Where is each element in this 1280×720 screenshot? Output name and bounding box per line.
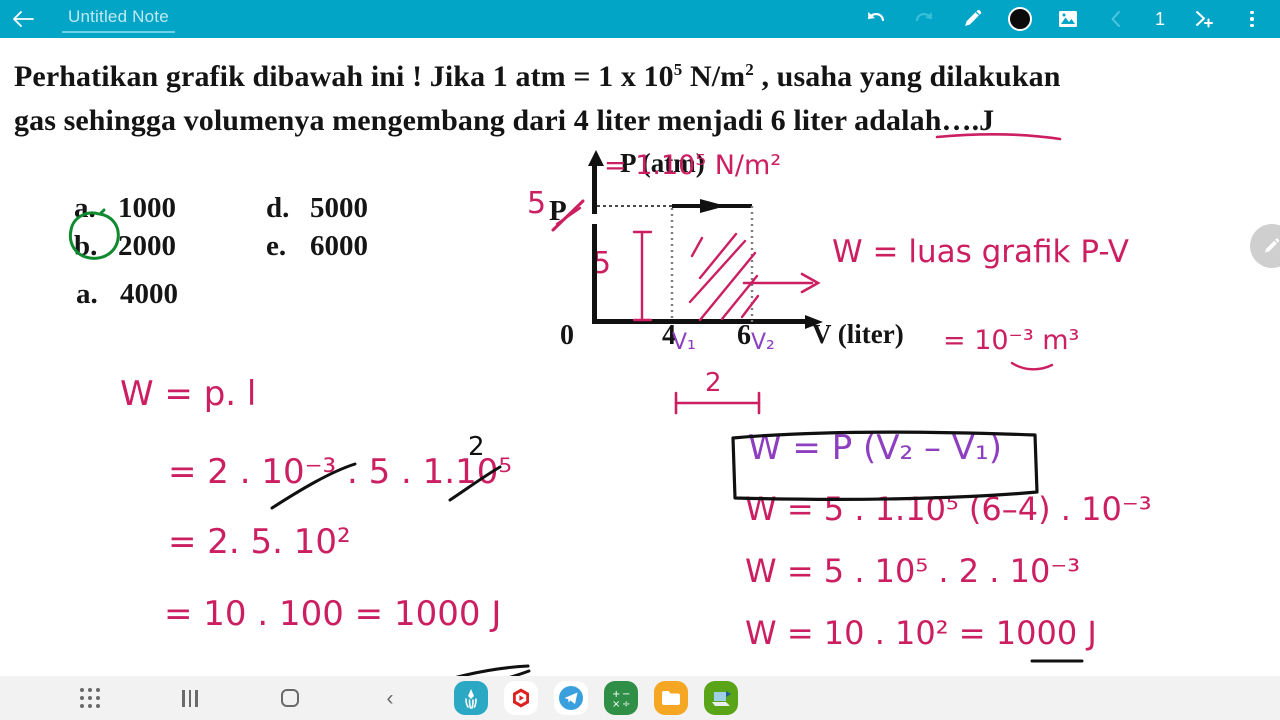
edit-pencil-icon	[1265, 238, 1280, 253]
recent-apps-icon[interactable]	[162, 676, 218, 720]
back-arrow-icon[interactable]	[0, 0, 46, 38]
redo-icon[interactable]	[900, 0, 948, 38]
black-underline-sweep	[455, 664, 531, 676]
current-color-indicator[interactable]	[1008, 7, 1032, 31]
video-player-app-icon[interactable]	[504, 681, 538, 715]
nav-button-group: ‹	[0, 676, 440, 720]
pencil-icon[interactable]	[948, 0, 996, 38]
graph-axes	[588, 150, 823, 329]
scanner-app-icon[interactable]	[704, 681, 738, 715]
squid-notes-app-icon[interactable]	[454, 681, 488, 715]
taskbar-app-list: + − × ÷	[454, 681, 738, 715]
undo-icon[interactable]	[852, 0, 900, 38]
image-icon[interactable]	[1044, 0, 1092, 38]
home-icon[interactable]	[262, 676, 318, 720]
note-app-screen: Untitled Note 1 Perhatikan grafik dibawa…	[0, 0, 1280, 720]
add-page-icon[interactable]	[1180, 0, 1228, 38]
black-strikethrough-strokes	[270, 462, 502, 510]
apps-grid-icon[interactable]	[62, 676, 118, 720]
color-swatch-black[interactable]	[996, 0, 1044, 38]
back-nav-icon[interactable]: ‹	[362, 676, 418, 720]
page-number[interactable]: 1	[1140, 9, 1180, 30]
green-circle-option-a	[68, 208, 120, 260]
more-vertical-icon[interactable]	[1228, 0, 1276, 38]
calculator-app-icon[interactable]: + − × ÷	[604, 681, 638, 715]
pink-width-measure	[674, 391, 761, 415]
black-formula-box	[731, 430, 1039, 501]
appbar-tool-group: 1	[852, 0, 1280, 38]
note-title[interactable]: Untitled Note	[62, 5, 175, 33]
telegram-app-icon[interactable]	[554, 681, 588, 715]
pink-height-measure	[632, 230, 653, 322]
pink-underline-stroke	[935, 132, 1062, 141]
pink-hatching	[688, 232, 760, 322]
ink-overlay	[68, 132, 1084, 676]
svg-text:×: ×	[612, 699, 620, 710]
system-navigation-bar: ‹ + − × ÷	[0, 676, 1280, 720]
app-top-bar: Untitled Note 1	[0, 0, 1280, 38]
file-manager-app-icon[interactable]	[654, 681, 688, 715]
pink-slash-over-p-2	[555, 206, 582, 226]
note-canvas[interactable]: Perhatikan grafik dibawah ini ! Jika 1 a…	[0, 38, 1280, 676]
chevron-left-icon[interactable]	[1092, 0, 1140, 38]
pink-underline-volume-unit	[1010, 361, 1054, 371]
svg-text:÷: ÷	[622, 699, 630, 710]
